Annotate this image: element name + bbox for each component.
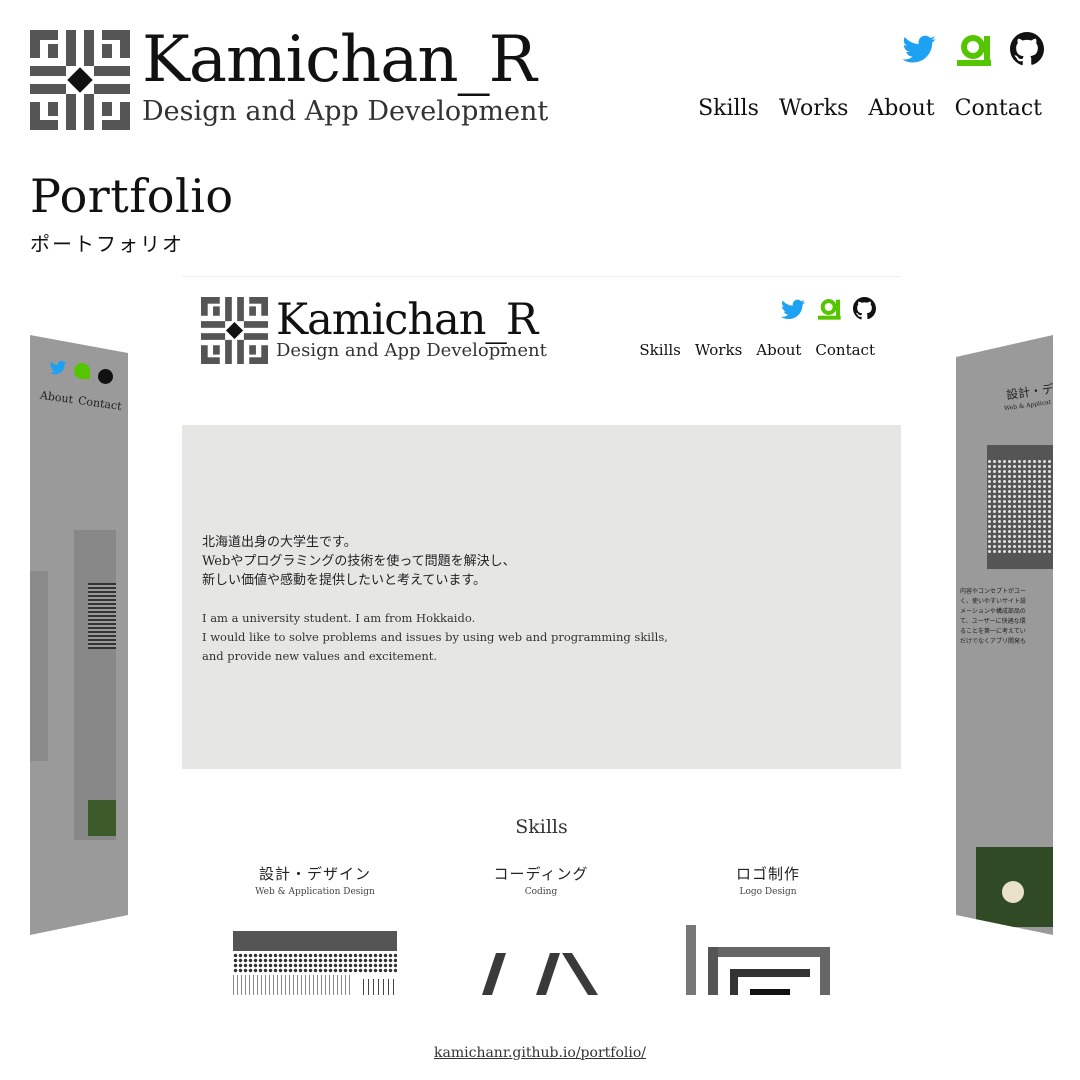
preview-skill-coding: コーディング Coding <box>493 865 589 897</box>
nav-works[interactable]: Works <box>779 94 849 124</box>
preview-nav-works: Works <box>694 341 743 359</box>
brand-title[interactable]: Kamichan_R <box>142 24 537 96</box>
twitter-icon[interactable] <box>900 32 936 68</box>
side-left-inner-card <box>74 530 116 840</box>
preview-nav-about: About <box>756 341 802 359</box>
main-nav: Skills Works About Contact <box>698 94 1042 124</box>
qiita-icon[interactable] <box>957 32 993 68</box>
carousel-panel-left[interactable]: About Contact <box>30 335 128 935</box>
nav-about[interactable]: About <box>868 94 934 124</box>
preview-nav-contact: Contact <box>815 341 875 359</box>
brand-subtitle: Design and App Development <box>142 96 549 127</box>
preview-brand-subtitle: Design and App Development <box>276 340 547 361</box>
preview-skills-heading: Skills <box>515 816 568 838</box>
coding-illustration <box>478 949 606 995</box>
nav-contact[interactable]: Contact <box>955 94 1042 124</box>
side-left-qiita-icon <box>74 363 90 379</box>
logo-illustration <box>686 925 830 995</box>
preview-hero-en: I am a university student. I am from Hok… <box>202 611 668 663</box>
preview-skill-design: 設計・デザイン Web & Application Design <box>255 865 375 897</box>
side-right-body: 内容やコンセプトがユー く、使いやすいサイト設 メーションや構成部品の て、ユー… <box>960 588 1027 645</box>
preview-nav-skills: Skills <box>639 341 681 359</box>
logo-mark[interactable] <box>30 30 130 130</box>
preview-card[interactable]: Kamichan_R Design and App Development Sk… <box>182 276 901 995</box>
side-left-hero <box>30 571 48 761</box>
preview-logo-mark <box>201 297 268 364</box>
side-left-thumbnail <box>88 800 116 836</box>
preview-hero: 北海道出身の大学生です。 Webやプログラミングの技術を使って問題を解決し、 新… <box>182 425 901 769</box>
page-subtitle: ポートフォリオ <box>30 232 184 256</box>
page-title: Portfolio <box>30 169 234 223</box>
preview-brand-title: Kamichan_R <box>276 295 538 345</box>
portfolio-url-link[interactable]: kamichanr.github.io/portfolio/ <box>0 1042 1080 1064</box>
preview-hero-jp: 北海道出身の大学生です。 Webやプログラミングの技術を使って問題を解決し、 新… <box>202 535 516 588</box>
preview-github-icon <box>853 297 879 323</box>
preview-skill-logo: ロゴ制作 Logo Design <box>735 865 800 897</box>
side-left-twitter-icon <box>48 359 68 381</box>
preview-nav: Skills Works About Contact <box>639 339 875 361</box>
side-left-nav-about: About <box>39 388 74 407</box>
preview-qiita-icon <box>818 297 844 323</box>
preview-twitter-icon <box>779 297 805 323</box>
side-right-thumbnail <box>976 847 1053 927</box>
side-left-github-icon <box>98 369 113 384</box>
carousel-panel-right[interactable]: 設計・デ Web & Applicat 内容やコンセプトがユー く、使いやすいサ… <box>956 335 1053 935</box>
github-icon[interactable] <box>1010 32 1046 68</box>
side-left-nav-contact: Contact <box>77 394 123 413</box>
design-illustration <box>233 931 397 995</box>
side-left-pattern <box>88 583 116 649</box>
nav-skills[interactable]: Skills <box>698 94 759 124</box>
side-right-image <box>987 445 1053 569</box>
